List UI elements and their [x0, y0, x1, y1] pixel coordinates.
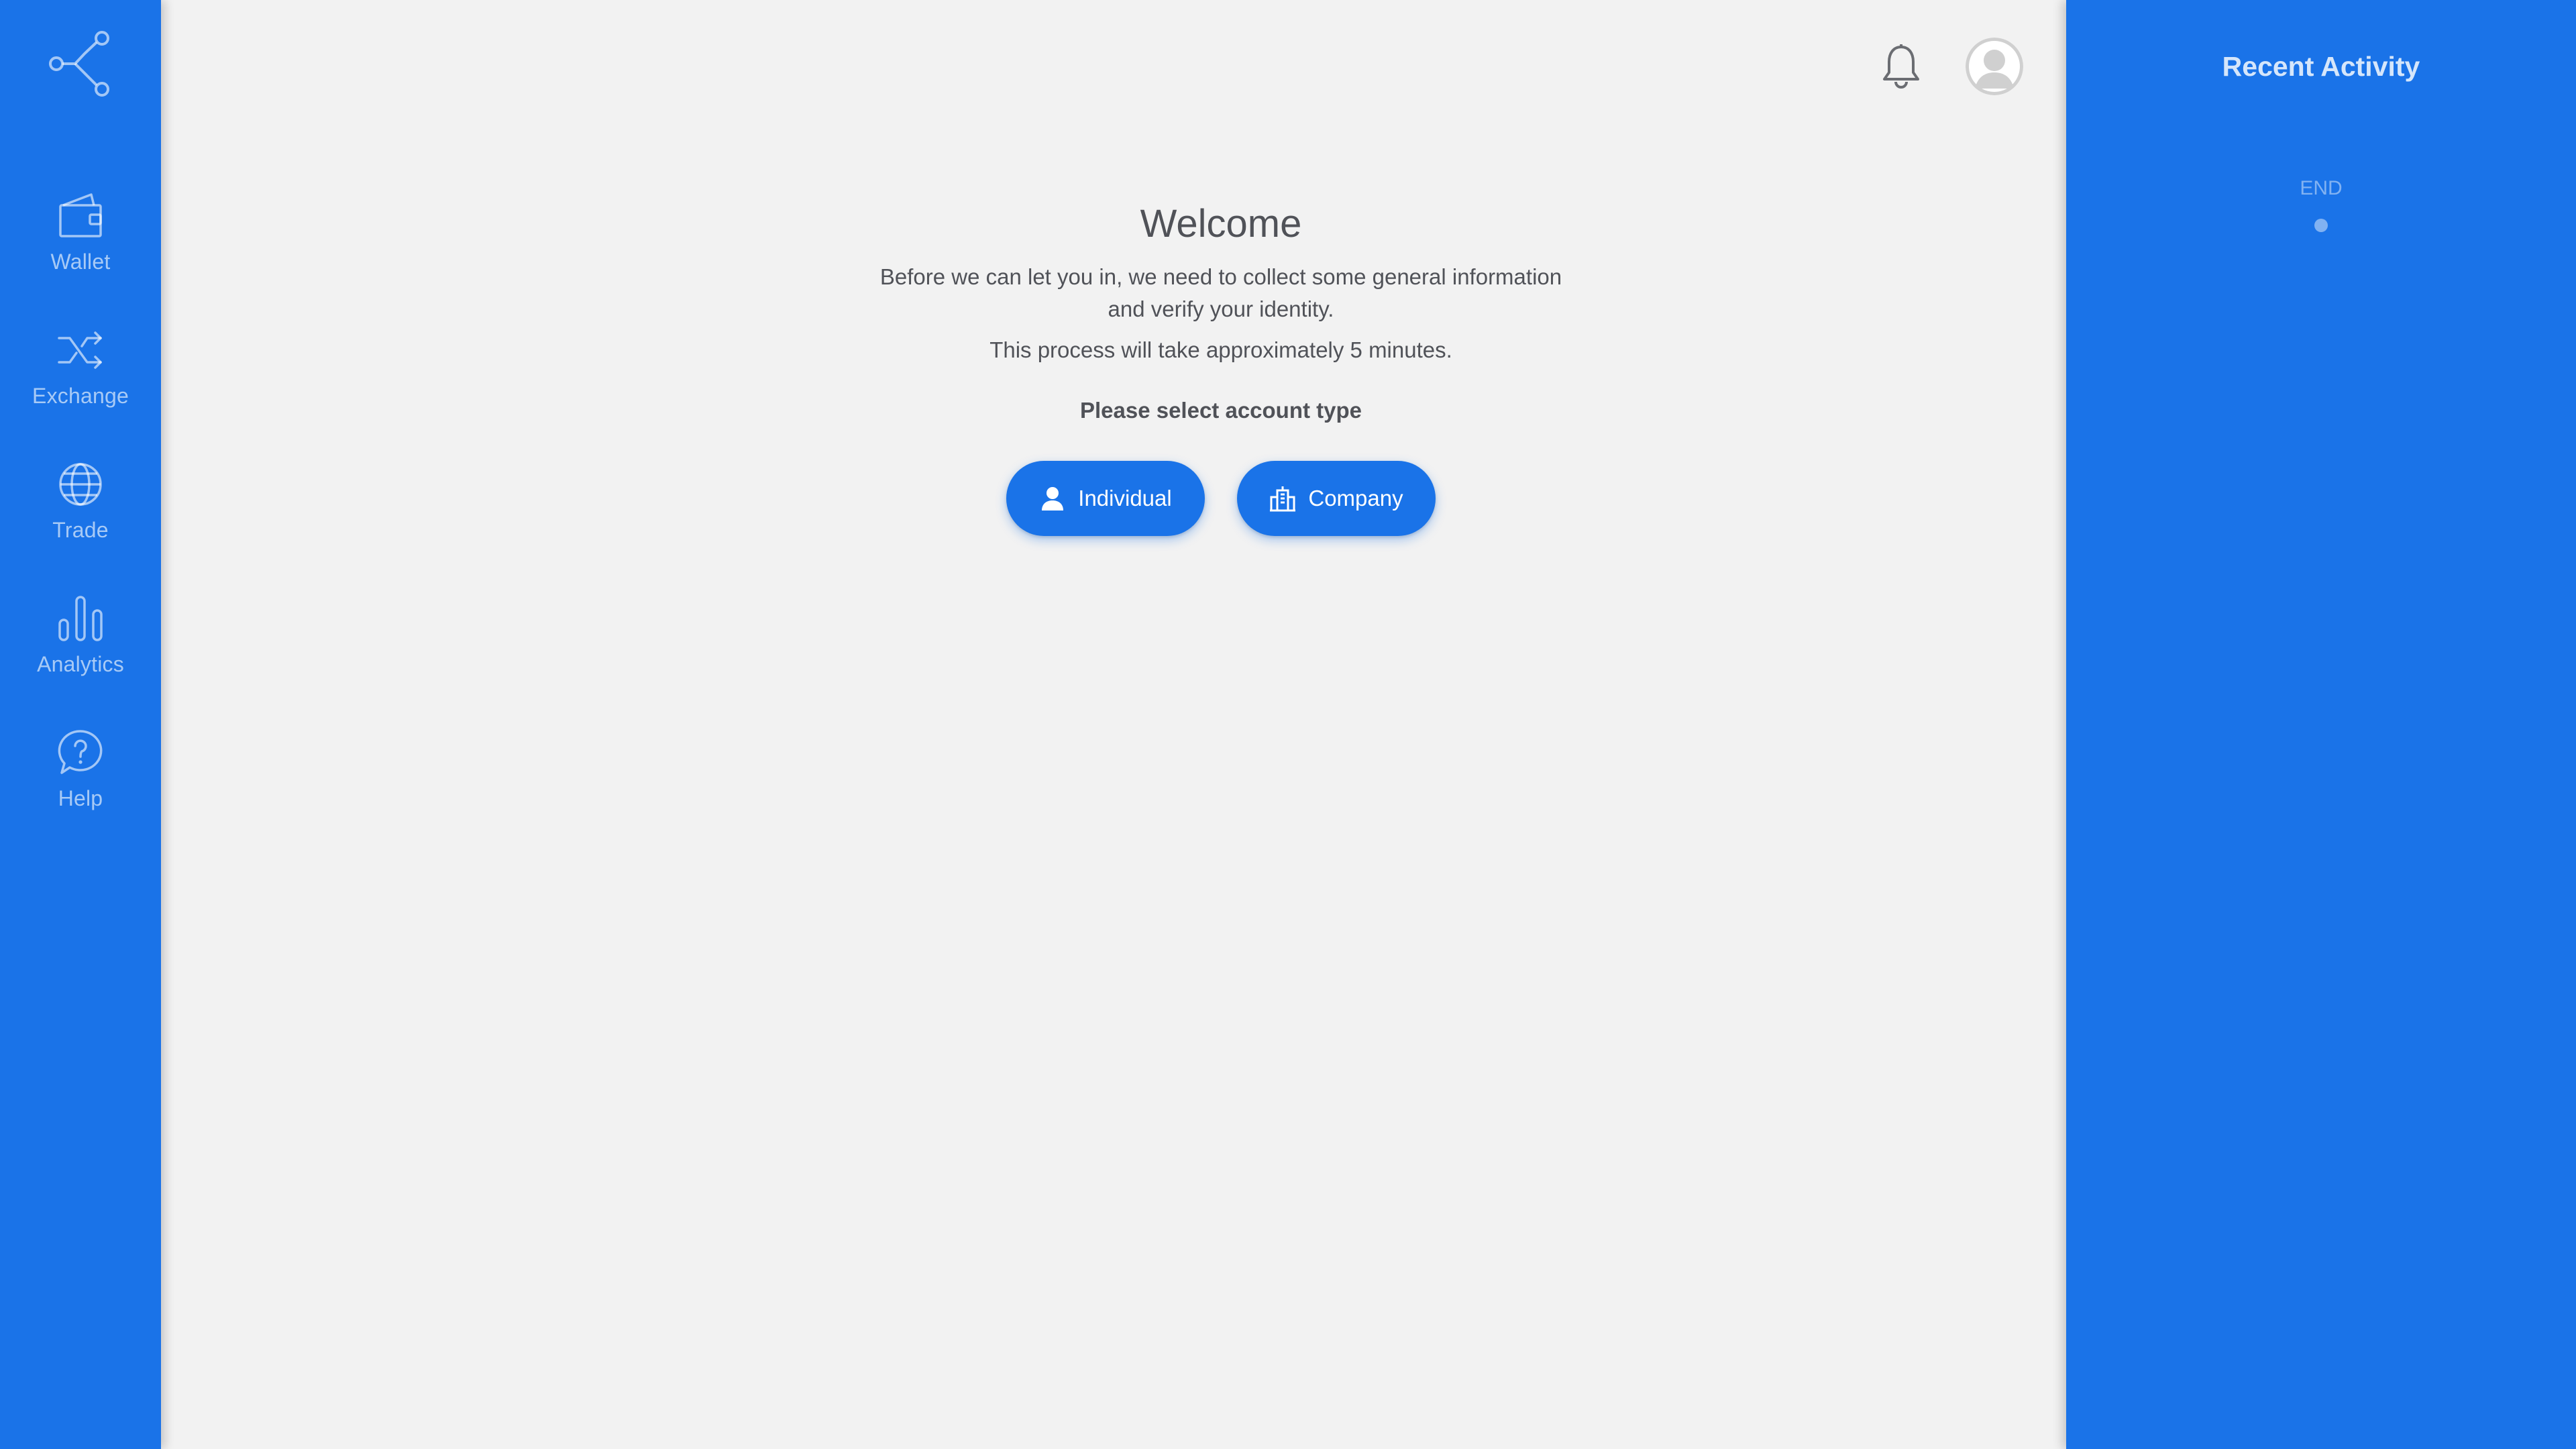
- duration-note: This process will take approximately 5 m…: [989, 337, 1452, 362]
- shuffle-icon: [58, 331, 102, 369]
- sidebar-item-wallet[interactable]: Wallet: [0, 192, 161, 306]
- user-avatar-icon[interactable]: [1966, 38, 2023, 95]
- company-button[interactable]: Company: [1237, 461, 1436, 536]
- recent-activity-title: Recent Activity: [2222, 51, 2420, 82]
- intro-text: Before we can let you in, we need to col…: [879, 264, 1562, 321]
- sidebar: Wallet Exchange Trade Analytics Help: [0, 0, 161, 1449]
- sidebar-item-label: Help: [58, 786, 103, 810]
- page-title: Welcome: [1140, 202, 1302, 246]
- individual-button[interactable]: Individual: [1006, 461, 1205, 536]
- wallet-icon: [59, 193, 102, 237]
- account-type-prompt: Please select account type: [1079, 398, 1362, 423]
- help-bubble-icon: [58, 730, 103, 774]
- sidebar-item-label: Wallet: [50, 250, 111, 274]
- person-icon: [1042, 487, 1064, 511]
- sidebar-item-help[interactable]: Help: [0, 729, 161, 843]
- sidebar-item-label: Analytics: [37, 652, 124, 676]
- share-nodes-icon[interactable]: [46, 28, 115, 99]
- bar-chart-icon: [58, 596, 103, 641]
- sidebar-item-label: Exchange: [32, 384, 129, 408]
- recent-activity-panel: Recent Activity END: [2066, 0, 2576, 1449]
- building-icon: [1270, 486, 1296, 512]
- timeline-end-label: END: [2300, 177, 2343, 199]
- main-content: Welcome Before we can let you in, we nee…: [161, 0, 2066, 1449]
- sidebar-item-trade[interactable]: Trade: [0, 460, 161, 574]
- globe-icon: [59, 463, 102, 506]
- company-button-label: Company: [1308, 486, 1403, 511]
- sidebar-item-label: Trade: [52, 518, 109, 542]
- bell-icon[interactable]: [1880, 43, 1923, 90]
- sidebar-item-analytics[interactable]: Analytics: [0, 594, 161, 708]
- account-type-options: Individual Company: [724, 461, 1717, 536]
- individual-button-label: Individual: [1078, 486, 1172, 511]
- welcome-section: Welcome Before we can let you in, we nee…: [724, 201, 1717, 536]
- timeline-end-dot: [2314, 219, 2328, 232]
- sidebar-item-exchange[interactable]: Exchange: [0, 326, 161, 440]
